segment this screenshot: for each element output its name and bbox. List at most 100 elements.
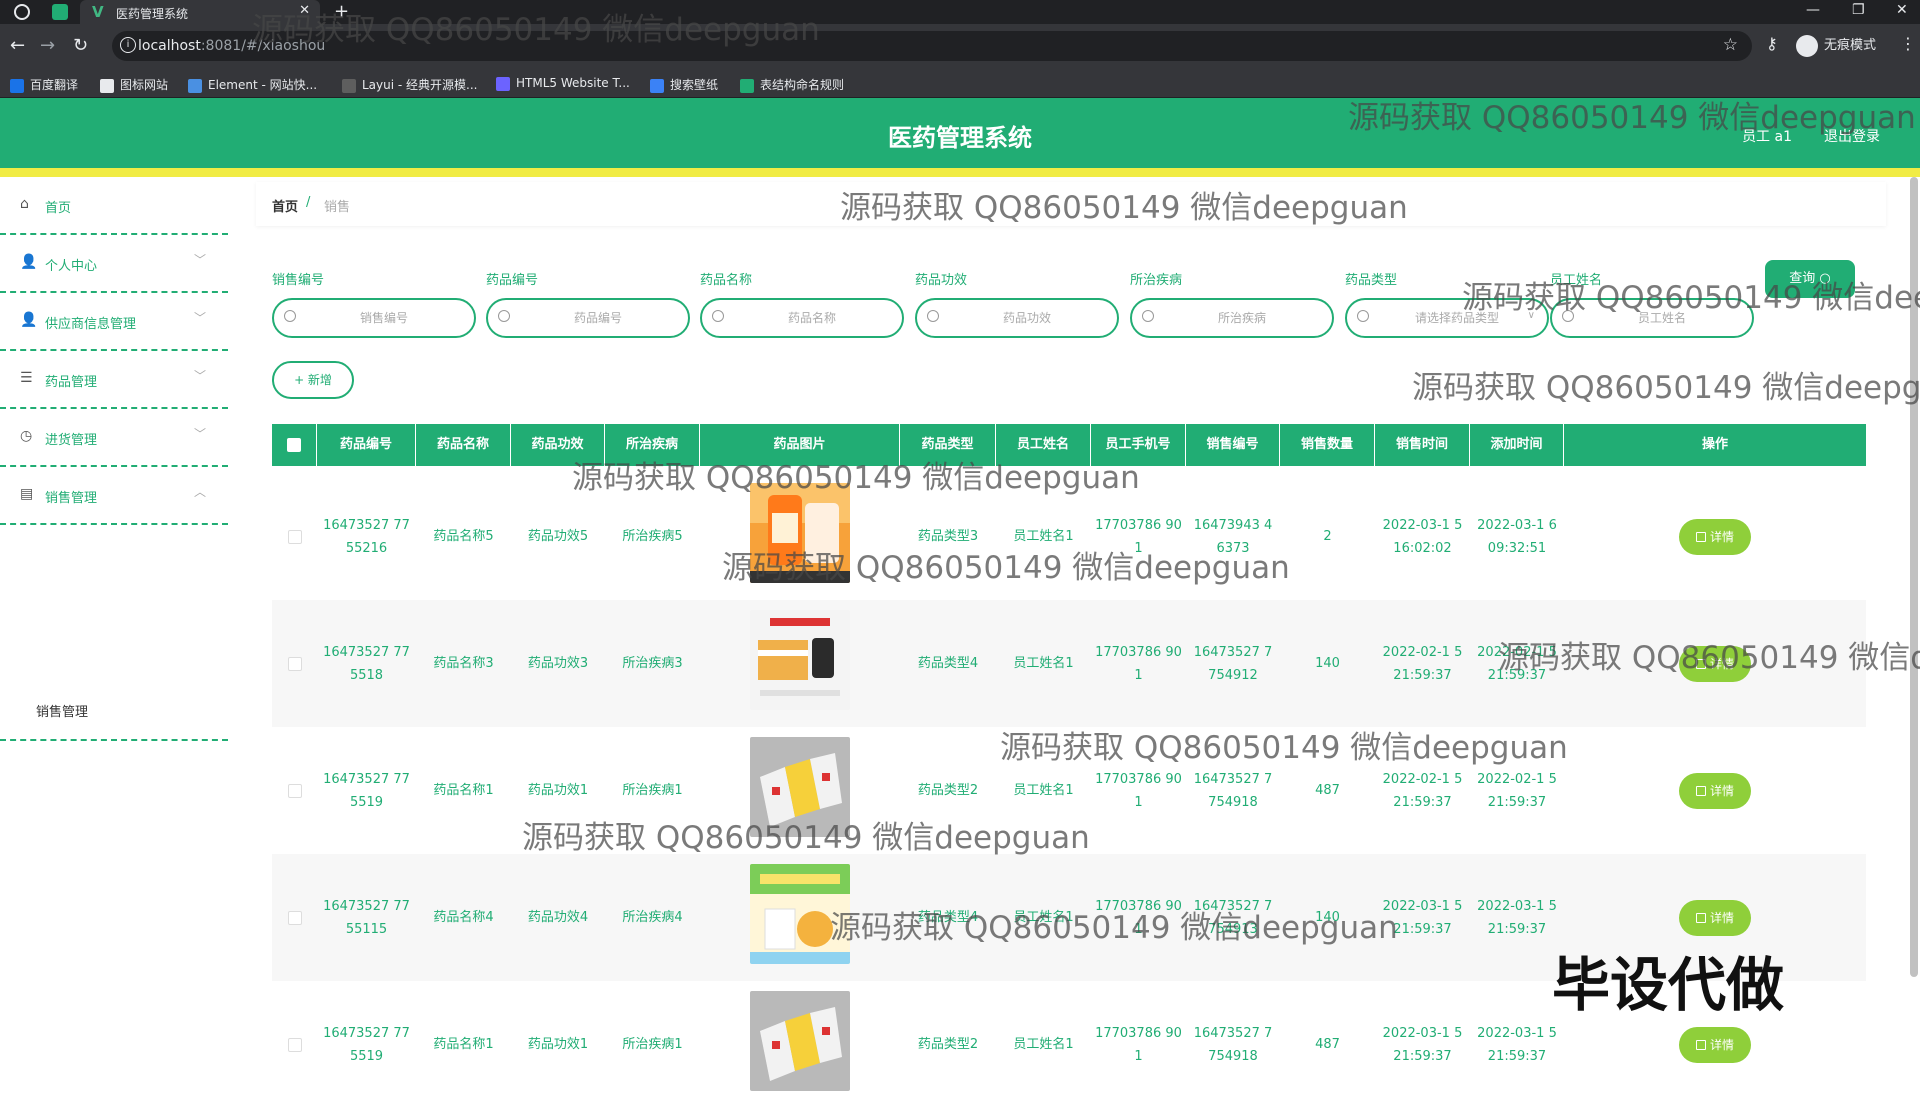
pinned-tab-icon[interactable]	[52, 4, 68, 20]
select-all-checkbox[interactable]	[272, 424, 317, 466]
filter-label: 销售编号	[272, 273, 325, 288]
key-icon[interactable]: ⚷	[1766, 34, 1778, 53]
bookmark-label: 百度翻译	[30, 78, 79, 92]
search-icon	[927, 310, 939, 322]
filter-text[interactable]	[947, 308, 1107, 328]
cell-effect: 药品功效3	[511, 600, 605, 727]
sidebar-item[interactable]: ⌂ 首页	[0, 177, 228, 235]
bookmark-item[interactable]: Element - 网站快...	[188, 76, 317, 93]
sidebar-item[interactable]: 👤 供应商信息管理 ﹀	[0, 293, 228, 351]
watermark-text: 源码获取 QQ86050149 微信deepguan	[252, 12, 820, 48]
bookmark-item[interactable]: 搜索壁纸	[650, 76, 718, 93]
back-icon[interactable]: ←	[10, 36, 25, 56]
cell-actions: 详情	[1564, 727, 1866, 854]
watermark-text: 源码获取 QQ86050149 微信deepguan	[830, 910, 1398, 946]
row-checkbox-cell	[272, 981, 317, 1108]
watermark-text: 源码获取 QQ86050149 微信deepguan	[1412, 370, 1920, 406]
filter-input[interactable]	[915, 298, 1119, 338]
search-icon	[712, 310, 724, 322]
site-info-icon[interactable]: i	[120, 37, 136, 53]
breadcrumb-home[interactable]: 首页	[272, 196, 298, 215]
filter-text[interactable]	[732, 308, 892, 328]
chevron-down-icon: ﹀	[193, 253, 206, 267]
row-checkbox-cell	[272, 854, 317, 981]
cell-add-time: 2022-03-1 5 21:59:37	[1470, 854, 1564, 981]
row-checkbox[interactable]	[287, 656, 302, 671]
detail-button[interactable]: 详情	[1679, 1026, 1751, 1063]
filter-label: 药品名称	[700, 273, 753, 288]
detail-button[interactable]: 详情	[1679, 518, 1751, 555]
bookmark-item[interactable]: 图标网站	[100, 76, 168, 93]
watermark-text: 源码获取 QQ86050149 微信deepguan	[840, 190, 1408, 226]
cell-phone: 17703786 901	[1091, 600, 1186, 727]
cell-text: 487	[1315, 1037, 1340, 1052]
detail-label: 详情	[1709, 783, 1734, 798]
add-button[interactable]: + 新增	[272, 361, 354, 399]
sidebar-item[interactable]: ◷ 进货管理 ﹀	[0, 409, 228, 467]
cell-text: 2022-02-1 5 21:59:37	[1382, 771, 1463, 810]
column-header: 销售编号	[1186, 424, 1280, 466]
bookmark-favicon-icon	[496, 76, 510, 91]
sidebar-item-label: 药品管理	[45, 375, 98, 390]
filter-text[interactable]	[304, 308, 464, 328]
bookmark-item[interactable]: HTML5 Website T...	[496, 76, 630, 91]
browser-menu-icon[interactable]	[14, 4, 30, 20]
cell-text: 药品功效1	[527, 1037, 589, 1052]
bookmark-item[interactable]: 表结构命名规则	[740, 76, 844, 93]
sidebar-subitem-sales-management[interactable]: 销售管理	[0, 677, 228, 741]
cell-effect: 药品功效1	[511, 981, 605, 1108]
bookmark-star-icon[interactable]: ☆	[1723, 35, 1738, 55]
filter-text[interactable]	[1162, 308, 1322, 328]
detail-label: 详情	[1709, 910, 1734, 925]
row-checkbox[interactable]	[287, 783, 302, 798]
filter-input[interactable]	[272, 298, 476, 338]
minimize-icon[interactable]: —	[1806, 2, 1820, 18]
row-checkbox-cell	[272, 473, 317, 600]
watermark-text: 源码获取 QQ86050149 微信deepguan	[1000, 730, 1568, 766]
cell-text: 所治疾病1	[622, 1037, 683, 1052]
cell-text: 17703786 901	[1095, 644, 1182, 683]
watermark-text: 源码获取 QQ86050149 微信deepguan	[722, 550, 1290, 586]
cell-text: 487	[1315, 783, 1340, 798]
user-icon: 👤	[20, 254, 38, 270]
bookmark-favicon-icon	[10, 78, 24, 93]
sidebar-item[interactable]: 👤 个人中心 ﹀	[0, 235, 228, 293]
cell-text: 药品名称1	[433, 783, 494, 798]
cell-text: 药品名称5	[433, 529, 494, 544]
cell-text: 16473527 7755115	[323, 898, 410, 937]
drug-image	[750, 609, 850, 718]
filter-input[interactable]	[486, 298, 690, 338]
bookmark-item[interactable]: 百度翻译	[10, 76, 78, 93]
sidebar-subitem-label: 销售管理	[36, 705, 89, 720]
bookmark-favicon-icon	[740, 78, 754, 93]
sidebar-item[interactable]: ☰ 药品管理 ﹀	[0, 351, 228, 409]
bookmark-favicon-icon	[100, 78, 114, 93]
filter-input[interactable]	[700, 298, 904, 338]
forward-icon[interactable]: →	[40, 36, 55, 56]
filter-text[interactable]	[518, 308, 678, 328]
bookmark-label: Layui - 经典开源模...	[362, 78, 478, 92]
detail-icon	[1695, 1039, 1706, 1050]
cell-sale-no: 16473527 7754912	[1186, 600, 1280, 727]
header-accent-strip	[0, 168, 1920, 177]
row-checkbox[interactable]	[287, 1037, 302, 1052]
incognito-profile[interactable]: 无痕模式	[1796, 34, 1876, 57]
close-window-icon[interactable]: ✕	[1896, 2, 1908, 18]
search-icon	[1357, 310, 1369, 322]
cell-drug-no: 16473527 7755115	[317, 854, 416, 981]
reload-icon[interactable]: ↻	[73, 36, 88, 56]
detail-button[interactable]: 详情	[1679, 899, 1751, 936]
bookmark-label: 表结构命名规则	[760, 78, 845, 92]
row-checkbox[interactable]	[287, 529, 302, 544]
cell-text: 2022-03-1 5 16:02:02	[1382, 517, 1463, 556]
cell-name: 药品名称1	[416, 981, 511, 1108]
sidebar-item[interactable]: ▤ 销售管理 ︿	[0, 467, 228, 525]
filter-input[interactable]	[1130, 298, 1334, 338]
cell-text: 2022-03-1 5 21:59:37	[1477, 1025, 1557, 1064]
row-checkbox[interactable]	[287, 910, 302, 925]
cell-text: 所治疾病5	[622, 529, 683, 544]
detail-button[interactable]: 详情	[1679, 772, 1751, 809]
browser-menu-dots-icon[interactable]: ⋮	[1900, 34, 1916, 53]
bookmark-item[interactable]: Layui - 经典开源模...	[342, 76, 477, 93]
restore-icon[interactable]: ❐	[1852, 2, 1865, 18]
